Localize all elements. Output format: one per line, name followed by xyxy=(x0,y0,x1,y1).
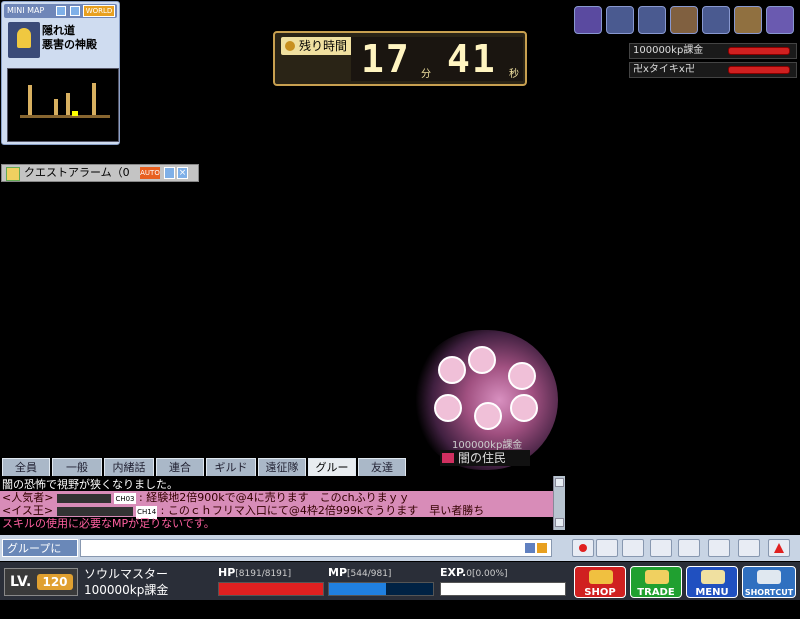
minimap-header[interactable]: MINI MAP WORLD xyxy=(4,4,117,18)
chat-input-bar: グループに xyxy=(0,535,800,561)
effect-circle xyxy=(438,356,466,384)
world-map-button[interactable]: WORLD xyxy=(83,5,115,17)
equip-icon[interactable] xyxy=(622,539,644,557)
chat-tabs: 全員 一般 内緒話 連合 ギルド 遠征隊 グルー 友達 xyxy=(0,456,410,476)
scroll-up-icon[interactable] xyxy=(555,478,564,487)
exp-label: EXP.0[0.00%] xyxy=(440,566,508,579)
chat-line[interactable]: <人気者> CH03 : 経験地2倍900kで@4に売ります このchふりまｙｙ xyxy=(0,491,553,506)
chat-line: 闇の恐怖で視野が狭くなりました。 xyxy=(2,478,178,491)
redacted-name xyxy=(56,506,133,516)
shop-button[interactable]: SHOP xyxy=(574,566,626,598)
party-member-hp-bar xyxy=(728,47,790,55)
scroll-icon[interactable] xyxy=(734,6,762,34)
chat-tab-general[interactable]: 一般 xyxy=(52,458,102,476)
chat-tab-friends[interactable]: 友達 xyxy=(358,458,406,476)
clock-icon xyxy=(285,41,295,51)
party-member-row[interactable]: 100000kp課金 xyxy=(629,43,797,59)
player-marker-icon xyxy=(72,111,78,116)
mp-label: MP[544/981] xyxy=(328,566,392,579)
keys-icon[interactable] xyxy=(638,6,666,34)
shortcut-icon xyxy=(757,570,781,584)
chat-target-select[interactable]: グループに xyxy=(2,539,78,557)
chat-log: 闇の恐怖で視野が狭くなりました。 <人気者> CH03 : 経験地2倍900kで… xyxy=(0,476,553,530)
level-value: 120 xyxy=(37,574,73,590)
chat-tab-whisper[interactable]: 内緒話 xyxy=(104,458,154,476)
remaining-time-panel: 残り時間 17 分 41 秒 xyxy=(273,31,527,86)
job-name: ソウルマスター xyxy=(84,567,169,581)
quest-alarm-label: クエストアラーム（0 xyxy=(24,166,130,179)
weapon-icon[interactable] xyxy=(606,6,634,34)
map-name: 悪害の神殿 xyxy=(42,38,97,51)
chat-tab-group[interactable]: グルー xyxy=(308,458,356,476)
map-area-name: 隠れ道 xyxy=(42,24,75,37)
inventory-icon[interactable] xyxy=(650,539,672,557)
effect-circle xyxy=(508,362,536,390)
redacted-name xyxy=(56,493,111,503)
star-icon[interactable] xyxy=(766,6,794,34)
quest-alarm-bar[interactable]: クエストアラーム（0 AUTO × xyxy=(1,164,199,182)
hp-label: HP[8191/8191] xyxy=(218,566,292,579)
key-config-icon[interactable] xyxy=(738,539,760,557)
arrow-up-icon[interactable] xyxy=(768,539,790,557)
shop-icon xyxy=(589,570,613,584)
effect-circle xyxy=(474,402,502,430)
menu-button[interactable]: MENU xyxy=(686,566,738,598)
minimap-view xyxy=(7,68,119,142)
party-member-name: 卍xタイキx卍 xyxy=(633,64,695,75)
timer-seconds-unit: 秒 xyxy=(509,69,519,80)
chat-option-icon[interactable] xyxy=(525,543,535,553)
emoticon-icon[interactable] xyxy=(537,543,547,553)
chat-line[interactable]: <イス王> CH14 : このｃｈフリマ入口にて@4枠2倍999kでうります 早… xyxy=(0,504,553,519)
timer-seconds: 41 xyxy=(447,37,497,81)
minimap-window: MINI MAP WORLD 隠れ道 悪害の神殿 xyxy=(1,1,120,145)
chat-tab-expedition[interactable]: 遠征隊 xyxy=(258,458,306,476)
party-member-hp-bar xyxy=(728,66,790,74)
quest-minimize-button[interactable] xyxy=(164,167,175,179)
trade-button[interactable]: TRADE xyxy=(630,566,682,598)
quest-icon xyxy=(6,167,20,181)
chat-tab-guild[interactable]: ギルド xyxy=(206,458,256,476)
quest-auto-button[interactable]: AUTO xyxy=(140,167,160,179)
minimap-title: MINI MAP xyxy=(7,6,45,15)
exp-gauge xyxy=(440,582,566,596)
chat-tab-all[interactable]: 全員 xyxy=(2,458,50,476)
trophy-icon[interactable] xyxy=(670,6,698,34)
skill-icon[interactable] xyxy=(708,539,730,557)
minimap-npc-button[interactable] xyxy=(70,6,80,16)
timer-minutes: 17 xyxy=(361,37,411,81)
effect-circle xyxy=(468,346,496,374)
chat-line: スキルの使用に必要なMPが足りないです。 xyxy=(2,517,215,530)
scroll-down-icon[interactable] xyxy=(555,518,564,527)
character-name: 100000kp課金 xyxy=(84,583,169,597)
guild-name-tag: 闇の住民 xyxy=(440,450,530,466)
map-bell-icon xyxy=(8,22,40,58)
drop-icon[interactable] xyxy=(574,6,602,34)
gear-icon[interactable] xyxy=(702,6,730,34)
hp-gauge xyxy=(218,582,324,596)
status-bar: LV. 120 ソウルマスター 100000kp課金 HP[8191/8191]… xyxy=(0,562,800,600)
effect-circle xyxy=(434,394,462,422)
effect-circle xyxy=(510,394,538,422)
record-icon[interactable] xyxy=(572,539,594,557)
character-name-tag: 100000kp課金 xyxy=(452,440,523,451)
chat-tab-alliance[interactable]: 連合 xyxy=(156,458,204,476)
player-character[interactable]: 100000kp課金 闇の住民 xyxy=(410,320,560,490)
level-display: LV. 120 xyxy=(4,568,78,596)
trade-icon xyxy=(645,570,669,584)
mp-gauge xyxy=(328,582,434,596)
shortcut-button[interactable]: SHORTCUT xyxy=(742,566,796,598)
party-member-name: 100000kp課金 xyxy=(633,45,704,56)
party-member-row[interactable]: 卍xタイキx卍 xyxy=(629,62,797,78)
remaining-time-label: 残り時間 xyxy=(281,37,353,55)
timer-minutes-unit: 分 xyxy=(421,69,431,80)
chat-input[interactable] xyxy=(80,539,552,557)
minimap-minimize-button[interactable] xyxy=(56,6,66,16)
party-hp-panel: 100000kp課金 卍xタイキx卍 xyxy=(629,43,797,79)
chat-scrollbar[interactable] xyxy=(553,476,565,530)
guild-emblem-icon xyxy=(442,453,454,463)
stats-icon[interactable] xyxy=(678,539,700,557)
menu-icon xyxy=(701,570,725,584)
color-icon[interactable] xyxy=(596,539,618,557)
quest-close-button[interactable]: × xyxy=(177,167,188,179)
